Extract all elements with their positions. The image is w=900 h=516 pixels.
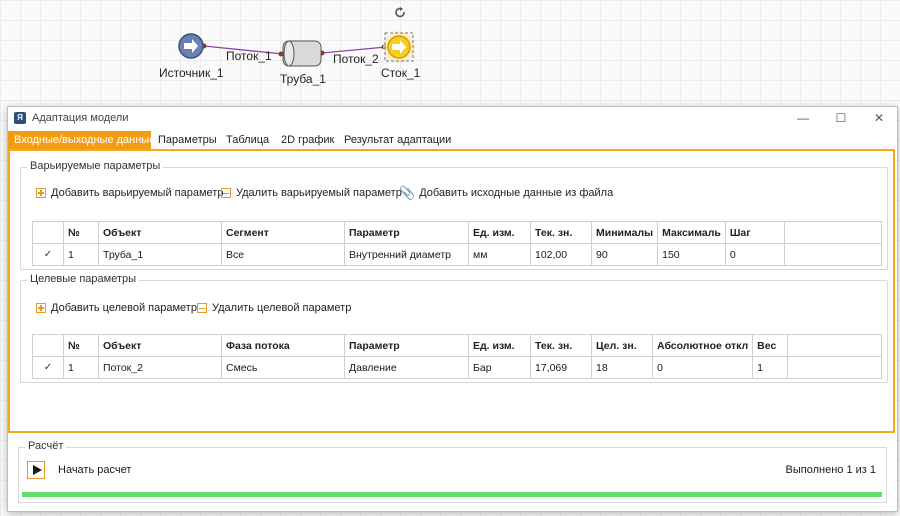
- minimize-button[interactable]: —: [788, 109, 818, 127]
- remove-target-param-button[interactable]: Удалить целевой параметр: [197, 302, 351, 314]
- calc-status: Выполнено 1 из 1: [785, 464, 876, 476]
- start-calc-label[interactable]: Начать расчет: [58, 464, 131, 476]
- source-node[interactable]: [178, 33, 204, 59]
- column-header-check: [32, 334, 64, 357]
- add-target-param-button[interactable]: Добавить целевой параметр: [36, 302, 197, 314]
- flow-diagram: [178, 7, 415, 67]
- window-title: Адаптация модели: [32, 112, 129, 124]
- plus-icon: [36, 188, 46, 198]
- table-row[interactable]: ✓ 1 Труба_1 Все Внутренний диаметр мм 10…: [32, 243, 883, 266]
- column-header[interactable]: Объект: [98, 221, 222, 244]
- cell-current: 102,00: [530, 243, 592, 266]
- row-checkbox[interactable]: ✓: [32, 356, 64, 379]
- pipe-label: Труба_1: [280, 72, 326, 86]
- column-header-empty: [783, 221, 883, 244]
- cell-current: 17,069: [530, 356, 592, 379]
- column-header[interactable]: Ед. изм.: [468, 334, 531, 357]
- column-header[interactable]: Тек. зн.: [530, 334, 592, 357]
- sink-label: Сток_1: [381, 66, 421, 80]
- column-header[interactable]: Цел. зн.: [591, 334, 653, 357]
- calc-group: Расчёт Начать расчет Выполнено 1 из 1: [18, 440, 887, 503]
- column-header[interactable]: Вес: [752, 334, 789, 357]
- column-header[interactable]: №: [63, 221, 99, 244]
- table-header-row: № Объект Фаза потока Параметр Ед. изм. Т…: [32, 334, 882, 357]
- tab-2d-chart[interactable]: 2D график: [275, 131, 340, 149]
- column-header[interactable]: №: [63, 334, 99, 357]
- target-params-title: Целевые параметры: [27, 273, 140, 285]
- target-params-table: № Объект Фаза потока Параметр Ед. изм. Т…: [32, 334, 882, 379]
- cell-unit[interactable]: мм: [468, 243, 531, 266]
- calc-title: Расчёт: [25, 440, 67, 452]
- cell-min[interactable]: 90: [590, 243, 659, 266]
- cell-num: 1: [63, 356, 99, 379]
- table-row[interactable]: ✓ 1 Поток_2 Смесь Давление Бар 17,069 18…: [32, 356, 882, 379]
- load-from-file-button[interactable]: 📎 Добавить исходные данные из файла: [399, 185, 613, 201]
- pipe-node[interactable]: [282, 40, 322, 67]
- varied-params-title: Варьируемые параметры: [27, 160, 164, 172]
- varied-params-group: Варьируемые параметры Добавить варьируем…: [20, 160, 888, 270]
- close-button[interactable]: ✕: [864, 109, 894, 127]
- sink-node[interactable]: [383, 31, 415, 63]
- maximize-button[interactable]: ☐: [826, 109, 856, 127]
- flow-2-label: Поток_2: [333, 52, 379, 66]
- cell-num: 1: [63, 243, 99, 266]
- minus-icon: [221, 188, 231, 198]
- column-header[interactable]: Параметр: [344, 221, 469, 244]
- column-header[interactable]: Параметр: [344, 334, 469, 357]
- minus-icon: [197, 303, 207, 313]
- progress-fill: [22, 492, 882, 497]
- title-bar[interactable]: Я Адаптация модели — ☐ ✕: [8, 107, 897, 129]
- table-header-row: № Объект Сегмент Параметр Ед. изм. Тек. …: [32, 221, 883, 244]
- column-header[interactable]: Фаза потока: [221, 334, 345, 357]
- progress-bar: [22, 492, 882, 497]
- cell-param[interactable]: Внутренний диаметр: [344, 243, 469, 266]
- cell-segment[interactable]: Все: [221, 243, 345, 266]
- cell-param[interactable]: Давление: [344, 356, 469, 379]
- source-label: Источник_1: [159, 66, 224, 80]
- add-varied-param-button[interactable]: Добавить варьируемый параметр: [36, 187, 223, 199]
- column-header-check: [32, 221, 64, 244]
- column-header[interactable]: Сегмент: [221, 221, 345, 244]
- tab-adaptation-result[interactable]: Результат адаптации: [338, 131, 457, 149]
- cell-weight[interactable]: 1: [752, 356, 789, 379]
- column-header[interactable]: Объект: [98, 334, 222, 357]
- target-params-group: Целевые параметры Добавить целевой парам…: [20, 273, 888, 383]
- paperclip-icon: 📎: [399, 185, 416, 200]
- cell-object[interactable]: Труба_1: [98, 243, 222, 266]
- cell-abs-dev[interactable]: 0: [651, 356, 754, 379]
- column-header[interactable]: Шаг: [724, 221, 785, 244]
- varied-params-table: № Объект Сегмент Параметр Ед. изм. Тек. …: [32, 221, 883, 266]
- column-header[interactable]: Ед. изм.: [468, 221, 531, 244]
- play-icon[interactable]: [27, 461, 45, 479]
- app-icon: Я: [14, 112, 26, 124]
- remove-varied-param-button[interactable]: Удалить варьируемый параметр: [221, 187, 402, 199]
- column-header[interactable]: Минималы: [590, 221, 659, 244]
- cell-empty: [787, 356, 882, 379]
- refresh-icon[interactable]: [395, 7, 405, 18]
- cell-unit[interactable]: Бар: [468, 356, 531, 379]
- adaptation-window: Я Адаптация модели — ☐ ✕ Входные/выходны…: [7, 106, 898, 512]
- column-header[interactable]: Абсолютное откл: [651, 334, 754, 357]
- tab-io-data[interactable]: Входные/выходные данные: [8, 131, 155, 149]
- cell-max[interactable]: 150: [657, 243, 726, 266]
- row-checkbox[interactable]: ✓: [32, 243, 64, 266]
- tab-content: Варьируемые параметры Добавить варьируем…: [8, 149, 895, 433]
- plus-icon: [36, 303, 46, 313]
- cell-phase[interactable]: Смесь: [221, 356, 345, 379]
- tab-parameters[interactable]: Параметры: [152, 131, 223, 149]
- column-header[interactable]: Тек. зн.: [530, 221, 592, 244]
- cell-empty: [783, 243, 883, 266]
- tab-table[interactable]: Таблица: [220, 131, 275, 149]
- cell-target[interactable]: 18: [591, 356, 653, 379]
- column-header[interactable]: Максималь: [657, 221, 726, 244]
- column-header-empty: [787, 334, 882, 357]
- cell-step[interactable]: 0: [724, 243, 785, 266]
- cell-object[interactable]: Поток_2: [98, 356, 222, 379]
- flow-1-label: Поток_1: [226, 49, 272, 63]
